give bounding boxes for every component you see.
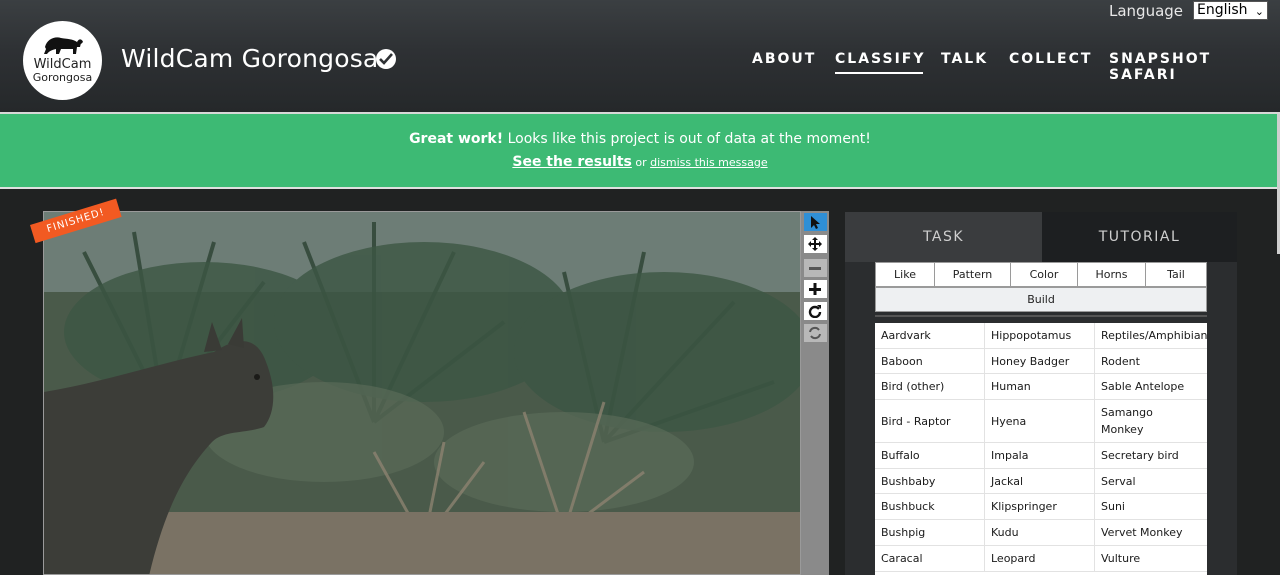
filter-color-button[interactable]: Color <box>1010 262 1078 287</box>
filter-bar: Like Pattern Color Horns Tail Build <box>875 262 1207 312</box>
verified-badge <box>376 49 396 69</box>
task-panel: TASK TUTORIAL Like Pattern Color Horns T… <box>845 212 1237 575</box>
panel-divider <box>875 315 1207 317</box>
filter-horns-button[interactable]: Horns <box>1077 262 1146 287</box>
species-button[interactable]: Buffalo <box>875 443 985 468</box>
site-logo[interactable]: WildCam Gorongosa <box>23 21 102 100</box>
viewer-toolbar <box>801 211 829 575</box>
species-button[interactable]: Hippopotamus <box>985 323 1095 348</box>
banner-divider <box>0 187 1280 189</box>
banner-message: Great work! Looks like this project is o… <box>0 131 1280 147</box>
zoom-out-icon <box>809 267 821 270</box>
species-button[interactable]: Caracal <box>875 546 985 571</box>
chevron-down-icon: ⌄ <box>1254 5 1264 18</box>
species-button[interactable]: Rodent <box>1095 349 1207 373</box>
site-title[interactable]: WildCam Gorongosa <box>121 44 378 73</box>
species-grid: Aardvark Hippopotamus Reptiles/Amphibian… <box>875 323 1207 575</box>
species-button[interactable]: Bushpig <box>875 520 985 545</box>
select-tool-button[interactable] <box>804 213 827 231</box>
zoom-in-icon <box>809 283 821 295</box>
filter-like-button[interactable]: Like <box>875 262 935 287</box>
lion-icon <box>44 37 83 54</box>
species-button[interactable]: Jackal <box>985 469 1095 493</box>
language-select[interactable]: English ⌄ <box>1193 1 1268 20</box>
species-button[interactable]: Aardvark <box>875 323 985 348</box>
site-header: Language English ⌄ WildCam Gorongosa Wil… <box>0 0 1280 112</box>
see-results-link[interactable]: See the results <box>512 154 632 170</box>
tab-tutorial[interactable]: TUTORIAL <box>1042 212 1237 262</box>
species-button[interactable]: Bird (other) <box>875 374 985 399</box>
species-button[interactable]: Samango Monkey <box>1095 400 1185 442</box>
nav-about[interactable]: ABOUT <box>752 51 816 67</box>
reset-button[interactable] <box>804 324 827 342</box>
rotate-icon <box>808 305 822 318</box>
table-row: Aardvark Hippopotamus Reptiles/Amphibian… <box>875 323 1207 349</box>
zoom-out-button[interactable] <box>804 259 827 277</box>
nav-snapshot-safari[interactable]: SNAPSHOT SAFARI <box>1109 51 1280 83</box>
reset-icon <box>809 326 821 340</box>
zoom-in-button[interactable] <box>804 280 827 298</box>
move-icon <box>808 237 822 251</box>
filter-pattern-button[interactable]: Pattern <box>934 262 1011 287</box>
species-button[interactable]: Hyena <box>985 400 1095 442</box>
species-button[interactable]: Baboon <box>875 349 985 373</box>
table-row: Bushbuck Klipspringer Suni <box>875 494 1207 520</box>
banner-or: or <box>631 156 651 169</box>
species-button[interactable]: Kudu <box>985 520 1095 545</box>
species-button[interactable]: Sable Antelope <box>1095 374 1207 399</box>
table-row: Bird - Raptor Hyena Samango Monkey <box>875 400 1207 443</box>
camera-trap-photo <box>44 212 800 574</box>
logo-text-line2: Gorongosa <box>32 71 93 84</box>
filter-build-button[interactable]: Build <box>875 287 1207 312</box>
checkmark-icon <box>379 53 393 65</box>
banner-actions: See the results or dismiss this message <box>0 154 1280 170</box>
species-button[interactable]: Human <box>985 374 1095 399</box>
nav-collect[interactable]: COLLECT <box>1009 51 1092 67</box>
rotate-button[interactable] <box>804 302 827 320</box>
cursor-icon <box>811 216 820 229</box>
language-label: Language <box>1109 2 1184 20</box>
species-button[interactable]: Vulture <box>1095 546 1207 571</box>
species-button[interactable]: Impala <box>985 443 1095 468</box>
page: Language English ⌄ WildCam Gorongosa Wil… <box>0 0 1280 575</box>
species-button[interactable]: Suni <box>1095 494 1207 519</box>
table-row: Bushpig Kudu Vervet Monkey <box>875 520 1207 546</box>
filter-tail-button[interactable]: Tail <box>1145 262 1207 287</box>
banner-strong: Great work! <box>409 131 504 147</box>
dismiss-message-link[interactable]: dismiss this message <box>650 156 768 169</box>
species-button[interactable]: Vervet Monkey <box>1095 520 1207 545</box>
species-button[interactable]: Bushbuck <box>875 494 985 519</box>
table-row: Bird (other) Human Sable Antelope <box>875 374 1207 400</box>
nav-classify[interactable]: CLASSIFY <box>835 51 925 74</box>
table-row: Baboon Honey Badger Rodent <box>875 349 1207 374</box>
pan-tool-button[interactable] <box>804 235 827 253</box>
species-button[interactable]: Bushbaby <box>875 469 985 493</box>
notification-banner: Great work! Looks like this project is o… <box>0 114 1280 187</box>
species-button[interactable]: Serval <box>1095 469 1207 493</box>
table-row: Bushbaby Jackal Serval <box>875 469 1207 494</box>
language-selected-value: English <box>1197 2 1248 18</box>
species-button[interactable]: Bird - Raptor <box>875 400 985 442</box>
tab-task[interactable]: TASK <box>845 212 1042 262</box>
species-button[interactable]: Secretary bird <box>1095 443 1207 468</box>
subject-image-viewer[interactable] <box>43 211 801 575</box>
nav-talk[interactable]: TALK <box>941 51 988 67</box>
species-button[interactable]: Honey Badger <box>985 349 1095 373</box>
species-button[interactable]: Reptiles/Amphibians <box>1095 323 1207 348</box>
banner-text: Looks like this project is out of data a… <box>503 131 871 147</box>
table-row: Buffalo Impala Secretary bird <box>875 443 1207 469</box>
logo-text-line1: WildCam <box>33 57 92 72</box>
species-button[interactable]: Leopard <box>985 546 1095 571</box>
table-row: Caracal Leopard Vulture <box>875 546 1207 572</box>
species-button[interactable]: Klipspringer <box>985 494 1095 519</box>
